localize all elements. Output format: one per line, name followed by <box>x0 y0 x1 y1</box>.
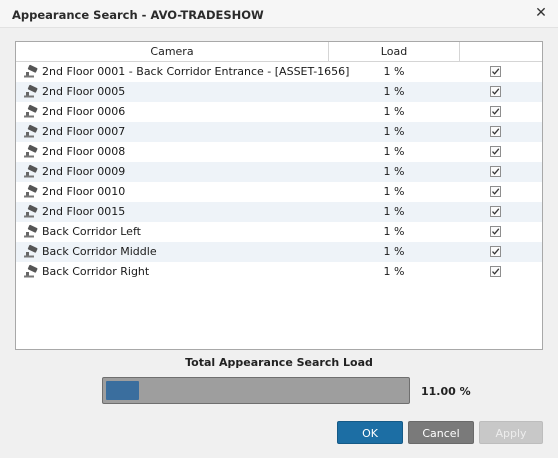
camera-name: 2nd Floor 0005 <box>42 85 126 98</box>
camera-name: 2nd Floor 0006 <box>42 105 126 118</box>
load-cell: 1 % <box>383 205 405 218</box>
camera-name: 2nd Floor 0007 <box>42 125 126 138</box>
table-header: Camera Load <box>16 42 542 62</box>
camera-icon <box>23 204 39 218</box>
table-row[interactable]: 2nd Floor 0005 1 % <box>16 82 542 102</box>
table-row[interactable]: Back Corridor Middle 1 % <box>16 242 542 262</box>
camera-checkbox[interactable] <box>490 146 501 157</box>
camera-checkbox[interactable] <box>490 246 501 257</box>
camera-checkbox[interactable] <box>490 266 501 277</box>
load-cell: 1 % <box>383 125 405 138</box>
title-bar: Appearance Search - AVO-TRADESHOW ✕ <box>0 0 558 28</box>
camera-icon <box>23 164 39 178</box>
camera-name: 2nd Floor 0001 - Back Corridor Entrance … <box>42 65 350 78</box>
camera-cell: 2nd Floor 0006 <box>23 102 125 122</box>
camera-icon <box>23 104 39 118</box>
window-title: Appearance Search - AVO-TRADESHOW <box>12 8 264 22</box>
camera-checkbox[interactable] <box>490 66 501 77</box>
camera-checkbox[interactable] <box>490 206 501 217</box>
camera-icon <box>23 184 39 198</box>
table-row[interactable]: 2nd Floor 0006 1 % <box>16 102 542 122</box>
table-row[interactable]: Back Corridor Right 1 % <box>16 262 542 282</box>
load-cell: 1 % <box>383 165 405 178</box>
load-cell: 1 % <box>383 65 405 78</box>
camera-cell: 2nd Floor 0010 <box>23 182 125 202</box>
apply-button[interactable]: Apply <box>479 421 543 444</box>
camera-name: Back Corridor Middle <box>42 245 157 258</box>
load-cell: 1 % <box>383 225 405 238</box>
camera-icon <box>23 224 39 238</box>
table-row[interactable]: 2nd Floor 0009 1 % <box>16 162 542 182</box>
column-header-camera[interactable]: Camera <box>16 42 329 61</box>
load-cell: 1 % <box>383 85 405 98</box>
table-row[interactable]: 2nd Floor 0007 1 % <box>16 122 542 142</box>
camera-checkbox[interactable] <box>490 186 501 197</box>
table-row[interactable]: 2nd Floor 0008 1 % <box>16 142 542 162</box>
camera-icon <box>23 84 39 98</box>
total-load-percent: 11.00 % <box>421 385 471 398</box>
camera-icon <box>23 144 39 158</box>
camera-checkbox[interactable] <box>490 126 501 137</box>
camera-table: Camera Load 2nd Floor 0001 - Back Corrid… <box>15 41 543 350</box>
load-cell: 1 % <box>383 145 405 158</box>
camera-name: Back Corridor Left <box>42 225 141 238</box>
camera-cell: Back Corridor Right <box>23 262 149 282</box>
load-cell: 1 % <box>383 245 405 258</box>
load-cell: 1 % <box>383 105 405 118</box>
progress-fill <box>106 381 139 400</box>
table-row[interactable]: 2nd Floor 0010 1 % <box>16 182 542 202</box>
camera-name: 2nd Floor 0008 <box>42 145 126 158</box>
camera-cell: 2nd Floor 0001 - Back Corridor Entrance … <box>23 62 349 82</box>
column-header-select <box>460 42 542 61</box>
camera-name: 2nd Floor 0015 <box>42 205 126 218</box>
total-load-progress-bar <box>102 377 410 404</box>
camera-checkbox[interactable] <box>490 226 501 237</box>
camera-checkbox[interactable] <box>490 106 501 117</box>
total-load-label: Total Appearance Search Load <box>185 356 373 369</box>
camera-icon <box>23 244 39 258</box>
table-row[interactable]: 2nd Floor 0001 - Back Corridor Entrance … <box>16 62 542 82</box>
camera-icon <box>23 64 39 78</box>
camera-cell: 2nd Floor 0005 <box>23 82 125 102</box>
camera-checkbox[interactable] <box>490 86 501 97</box>
camera-name: 2nd Floor 0009 <box>42 165 126 178</box>
camera-cell: 2nd Floor 0015 <box>23 202 125 222</box>
camera-checkbox[interactable] <box>490 166 501 177</box>
ok-button[interactable]: OK <box>337 421 403 444</box>
load-cell: 1 % <box>383 185 405 198</box>
close-icon[interactable]: ✕ <box>533 5 549 21</box>
camera-cell: Back Corridor Middle <box>23 242 157 262</box>
camera-name: Back Corridor Right <box>42 265 150 278</box>
camera-cell: 2nd Floor 0007 <box>23 122 125 142</box>
camera-cell: Back Corridor Left <box>23 222 141 242</box>
camera-cell: 2nd Floor 0009 <box>23 162 125 182</box>
camera-icon <box>23 264 39 278</box>
camera-cell: 2nd Floor 0008 <box>23 142 125 162</box>
camera-name: 2nd Floor 0010 <box>42 185 126 198</box>
cancel-button[interactable]: Cancel <box>408 421 474 444</box>
camera-icon <box>23 124 39 138</box>
load-cell: 1 % <box>383 265 405 278</box>
column-header-load[interactable]: Load <box>329 42 460 61</box>
table-row[interactable]: Back Corridor Left 1 % <box>16 222 542 242</box>
table-row[interactable]: 2nd Floor 0015 1 % <box>16 202 542 222</box>
